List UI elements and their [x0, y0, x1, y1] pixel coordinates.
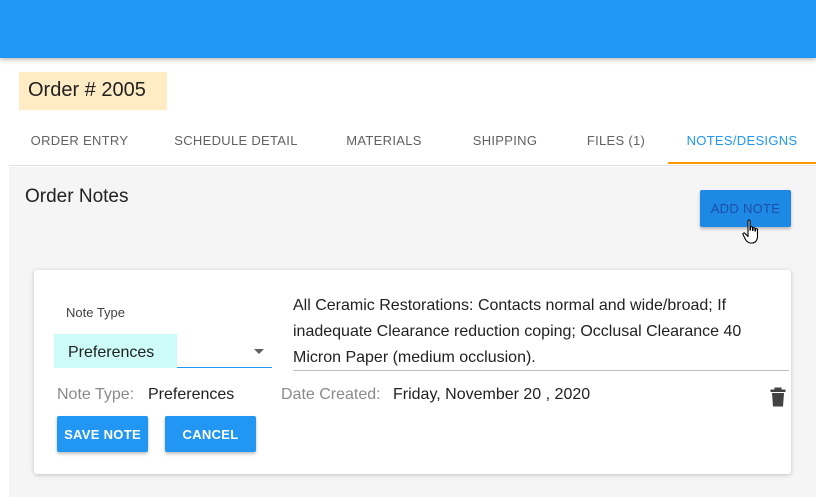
- save-note-button[interactable]: SAVE NOTE: [57, 416, 148, 452]
- hand-pointer-icon: [742, 219, 759, 244]
- tab-files[interactable]: FILES (1): [564, 120, 668, 166]
- note-type-selected-value: Preferences: [68, 344, 155, 361]
- note-text-field[interactable]: All Ceramic Restorations: Contacts norma…: [293, 293, 783, 371]
- tab-order-entry[interactable]: ORDER ENTRY: [9, 120, 150, 166]
- trash-icon[interactable]: [769, 387, 787, 407]
- meta-note-type-label: Note Type:: [57, 386, 135, 403]
- caret-down-icon: [254, 349, 264, 354]
- cancel-button[interactable]: CANCEL: [165, 416, 256, 452]
- tab-shipping[interactable]: SHIPPING: [446, 120, 564, 166]
- date-created-label: Date Created:: [281, 386, 381, 403]
- tab-materials[interactable]: MATERIALS: [322, 120, 446, 166]
- tab-schedule-detail[interactable]: SCHEDULE DETAIL: [150, 120, 322, 166]
- active-tab-indicator: [668, 162, 816, 164]
- meta-note-type-value: Preferences: [148, 386, 235, 403]
- tab-notes-designs[interactable]: NOTES/DESIGNS: [668, 120, 816, 166]
- note-type-label: Note Type: [66, 305, 126, 320]
- date-created-value: Friday, November 20 , 2020: [393, 386, 591, 403]
- note-text-underline: [293, 370, 789, 371]
- tab-bar: ORDER ENTRY SCHEDULE DETAIL MATERIALS SH…: [9, 120, 816, 166]
- section-title: Order Notes: [25, 186, 129, 207]
- order-title: Order # 2005: [19, 72, 167, 110]
- app-header-bar: [0, 0, 816, 58]
- note-type-select[interactable]: Preferences: [54, 334, 272, 368]
